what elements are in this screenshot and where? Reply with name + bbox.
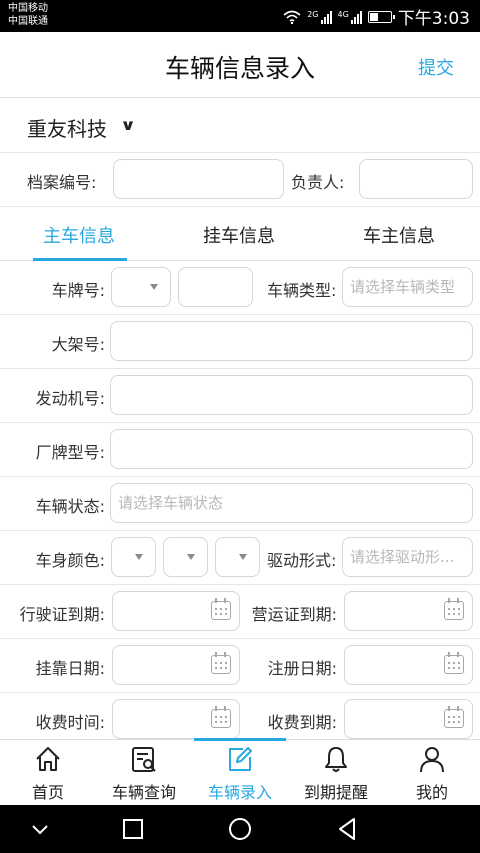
plate-label: 车牌号: [51,281,105,300]
fee-time-label: 收费时间: [35,713,105,732]
calendar-icon [444,652,464,674]
bottom-nav: 首页 车辆查询 车辆录入 到期提醒 我的 [0,738,480,806]
carrier-info: 中国移动 中国联通 [8,2,48,28]
wifi-icon [283,10,301,24]
archive-no-label: 档案编号: [27,173,97,192]
model-label: 厂牌型号: [35,443,105,462]
license-expiry-label: 行驶证到期: [19,605,105,624]
plate-number-input[interactable] [178,267,253,307]
home-circle-icon[interactable] [228,817,252,841]
vehicle-type-label: 车辆类型: [267,281,337,300]
carrier-1: 中国移动 [8,3,48,14]
drive-type-select[interactable]: 请选择驱动形... [342,537,473,577]
fee-expiry-label: 收费到期: [267,713,337,732]
system-nav-bar [0,805,480,853]
model-input[interactable] [110,429,473,469]
body-color-select-2[interactable] [163,537,208,577]
affiliation-date-picker[interactable] [112,645,240,685]
calendar-icon [211,706,231,728]
vehicle-status-row: 车辆状态: 请选择车辆状态 [0,477,480,531]
signal-2g-icon: 2G [307,9,332,24]
dropdown-arrow-icon [135,554,143,560]
vehicle-type-select[interactable]: 请选择车辆类型 [342,267,473,307]
collapse-chevron-icon[interactable] [30,817,50,841]
edit-icon [229,747,252,771]
frame-no-input[interactable] [110,321,473,361]
owner-input[interactable] [359,159,473,199]
fee-time-picker[interactable] [112,699,240,739]
meta-row: 档案编号: 负责人: [0,153,480,207]
nav-expiry-reminder-label: 到期提醒 [303,783,368,802]
signal-4g-icon: 4G [338,10,362,24]
battery-icon [367,10,395,23]
submit-button[interactable]: 提交 [418,54,454,80]
clock: 下午3:03 [397,9,470,29]
license-expiry-date[interactable] [112,591,240,631]
calendar-icon [211,598,231,620]
register-date-label: 注册日期: [267,659,337,678]
body-color-label: 车身颜色: [35,551,105,570]
tab-main-vehicle[interactable]: 主车信息 [43,222,115,248]
plate-row: 车牌号: 车辆类型: 请选择车辆类型 [0,261,480,315]
bell-icon [325,747,347,772]
fee-expiry-picker[interactable] [344,699,473,739]
engine-no-row: 发动机号: [0,369,480,423]
nav-vehicle-search-label: 车辆查询 [111,783,176,802]
license-expiry-row: 行驶证到期: 营运证到期: [0,585,480,639]
nav-vehicle-search[interactable]: 车辆查询 [96,740,192,806]
dropdown-arrow-icon [239,554,247,560]
recents-icon[interactable] [122,817,144,841]
back-triangle-icon[interactable] [336,817,358,841]
body-color-select-3[interactable] [215,537,260,577]
home-icon [36,747,60,771]
nav-home[interactable]: 首页 [0,740,96,806]
company-selector[interactable]: 重友科技 ∨ [0,99,480,153]
calendar-icon [444,706,464,728]
tab-trailer[interactable]: 挂车信息 [203,222,275,248]
affiliation-date-row: 挂靠日期: 注册日期: [0,639,480,693]
calendar-icon [444,598,464,620]
owner-label: 负责人: [291,173,345,192]
frame-no-label: 大架号: [51,335,105,354]
engine-no-input[interactable] [110,375,473,415]
archive-no-input[interactable] [113,159,284,199]
network-4g-label: 4G [337,9,349,19]
nav-home-label: 首页 [31,783,64,802]
affiliation-date-label: 挂靠日期: [35,659,105,678]
dropdown-arrow-icon [187,554,195,560]
operation-expiry-date[interactable] [344,591,473,631]
status-icons: 2G 4G 下午3:03 [283,4,470,29]
body-color-select-1[interactable] [111,537,156,577]
chevron-down-icon: ∨ [120,116,137,134]
drive-type-label: 驱动形式: [267,551,337,570]
register-date-picker[interactable] [344,645,473,685]
vehicle-status-select[interactable]: 请选择车辆状态 [110,483,473,523]
model-row: 厂牌型号: [0,423,480,477]
network-2g-label: 2G [307,9,319,19]
app-header: 车辆信息录入 提交 [0,32,480,98]
nav-mine-label: 我的 [415,783,448,802]
frame-no-row: 大架号: [0,315,480,369]
calendar-icon [211,652,231,674]
operation-expiry-label: 营运证到期: [251,605,337,624]
vehicle-status-label: 车辆状态: [35,497,105,516]
user-icon [420,747,444,773]
battery-level [369,12,378,21]
nav-vehicle-entry-label: 车辆录入 [207,783,272,802]
tab-owner[interactable]: 车主信息 [363,222,435,248]
company-name: 重友科技 [27,117,107,141]
info-tabs: 主车信息 挂车信息 车主信息 [0,207,480,261]
nav-vehicle-entry[interactable]: 车辆录入 [192,740,288,806]
nav-expiry-reminder[interactable]: 到期提醒 [288,740,384,806]
carrier-2: 中国联通 [8,16,48,27]
nav-mine[interactable]: 我的 [384,740,480,806]
status-bar: 中国移动 中国联通 2G 4G 下午3:03 [0,0,480,32]
color-drive-row: 车身颜色: 驱动形式: 请选择驱动形... [0,531,480,585]
page-title: 车辆信息录入 [164,54,315,83]
vehicle-search-icon [132,747,156,772]
engine-no-label: 发动机号: [35,389,105,408]
dropdown-arrow-icon [150,284,158,290]
plate-prefix-select[interactable] [111,267,171,307]
